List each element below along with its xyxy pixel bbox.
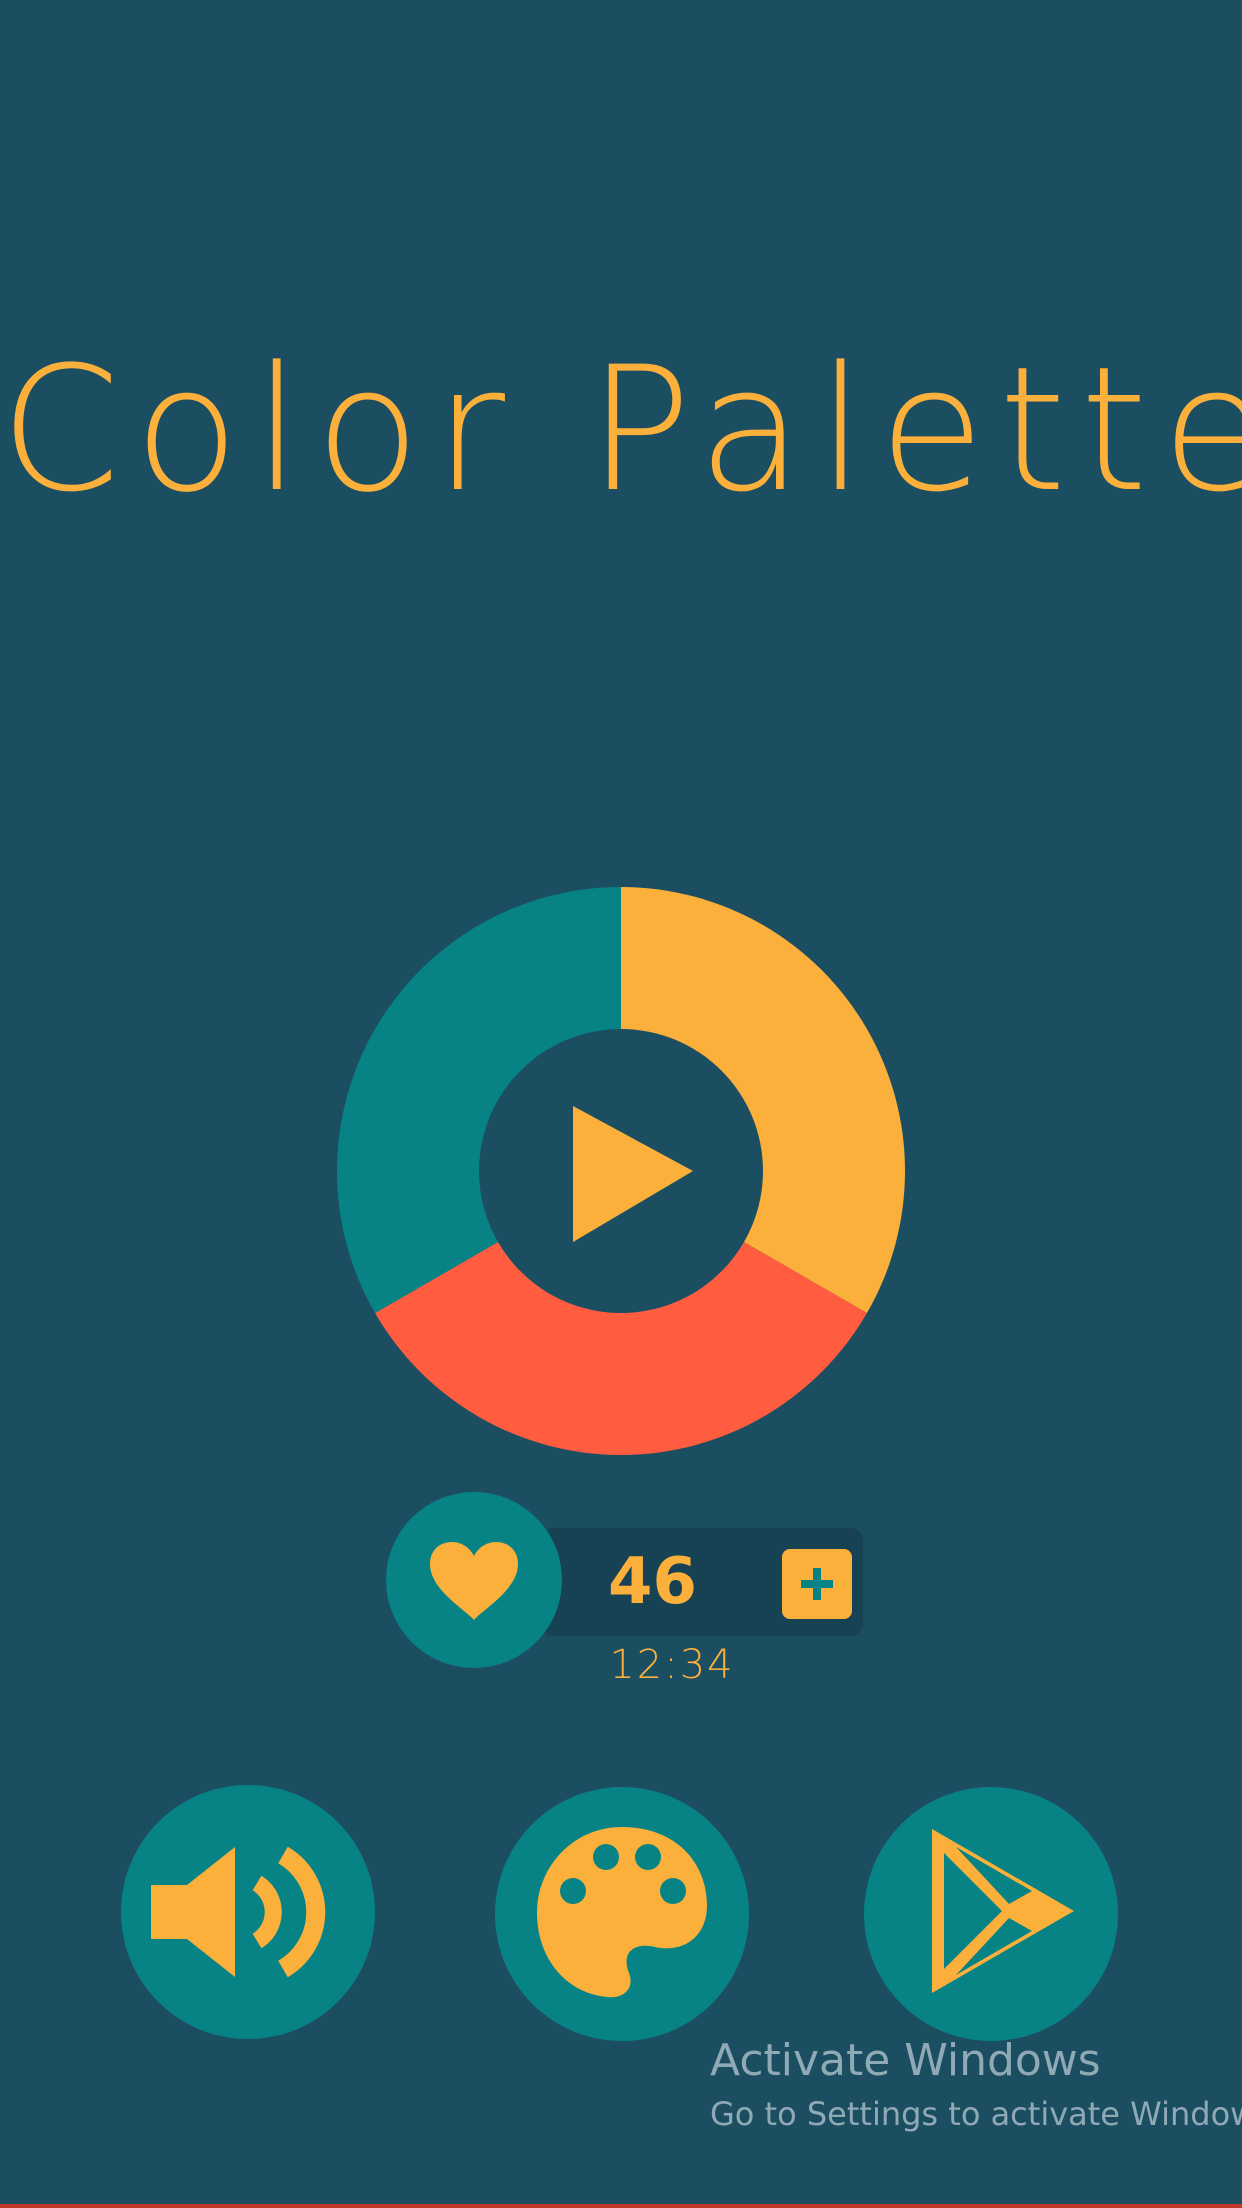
bottom-edge-line — [0, 2204, 1242, 2208]
lives-timer: 12:34 — [609, 1642, 735, 1688]
heart-icon — [430, 1542, 518, 1620]
palette-button[interactable] — [495, 1787, 749, 2041]
sound-button[interactable] — [121, 1785, 375, 2039]
activate-windows-watermark: Activate Windows Go to Settings to activ… — [710, 2033, 1242, 2139]
lives-panel: 46 — [540, 1528, 863, 1636]
watermark-title: Activate Windows — [710, 2035, 1101, 2086]
palette-icon — [537, 1827, 707, 1998]
speaker-icon — [151, 1846, 326, 1978]
watermark-subtitle: Go to Settings to activate Windows. — [710, 2095, 1242, 2133]
store-button[interactable] — [864, 1787, 1118, 2041]
play-store-icon — [932, 1829, 1074, 1993]
plus-icon — [801, 1568, 833, 1600]
game-title: Color Palette — [0, 329, 1242, 530]
add-lives-button[interactable] — [782, 1549, 852, 1619]
lives-count: 46 — [608, 1545, 698, 1619]
lives-heart-badge — [386, 1492, 562, 1668]
color-wheel-play-button[interactable] — [337, 887, 905, 1455]
